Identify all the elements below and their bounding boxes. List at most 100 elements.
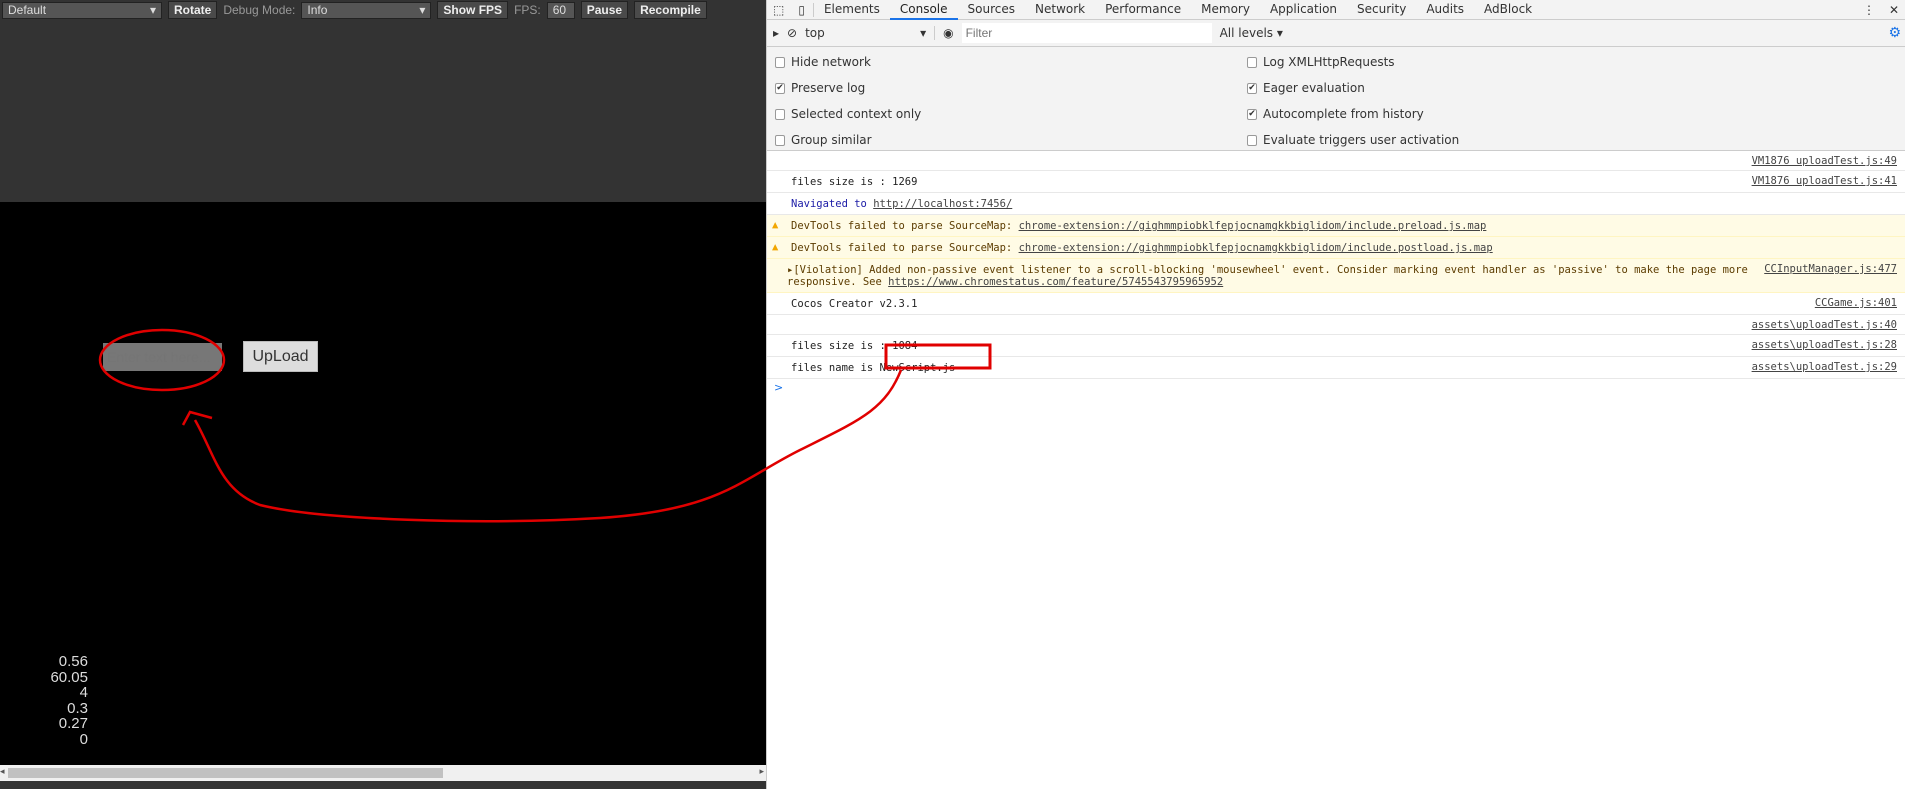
- link[interactable]: https://www.chromestatus.com/feature/574…: [888, 276, 1223, 288]
- chevron-down-icon: ▾: [920, 26, 927, 40]
- sidebar-toggle-icon[interactable]: ▸: [773, 26, 779, 40]
- option-checkbox[interactable]: ✔ Preserve log: [775, 81, 865, 95]
- checkbox-icon[interactable]: ✔: [1247, 82, 1257, 94]
- log-value: NewScript.js: [879, 362, 956, 374]
- fps-stats: 0.56 60.05 4 0.3 0.27 0: [0, 654, 88, 747]
- checkbox-icon[interactable]: ✔: [1247, 108, 1257, 120]
- console-row: files name is NewScript.js assets\uploadT…: [767, 357, 1905, 379]
- source-link[interactable]: CCInputManager.js:477: [1764, 263, 1897, 275]
- scroll-left-icon[interactable]: ◂: [0, 767, 5, 777]
- scrollbar-thumb[interactable]: [8, 768, 443, 778]
- option-checkbox[interactable]: ✔ Eager evaluation: [1247, 81, 1365, 95]
- scroll-right-icon[interactable]: ▸: [759, 767, 764, 777]
- console-row: Navigated to http://localhost:7456/: [767, 193, 1905, 215]
- checkbox-icon[interactable]: [775, 56, 785, 68]
- stat-value: 0: [79, 730, 88, 748]
- tab-console[interactable]: Console: [889, 0, 958, 20]
- tab-network[interactable]: Network: [1025, 0, 1095, 20]
- close-icon[interactable]: ✕: [1883, 3, 1905, 17]
- levels-select[interactable]: All levels ▾: [1220, 26, 1283, 40]
- game-canvas[interactable]: UpLoad 0.56 60.05 4 0.3 0.27 0: [0, 202, 766, 765]
- show-fps-button[interactable]: Show FPS: [437, 1, 509, 19]
- context-select[interactable]: top ▾: [805, 26, 936, 40]
- stat-value: 60.05: [50, 668, 88, 686]
- source-link[interactable]: assets\uploadTest.js:29: [1752, 361, 1897, 373]
- option-checkbox[interactable]: ✔ Autocomplete from history: [1247, 107, 1424, 121]
- device-select[interactable]: Default ▾: [2, 1, 162, 19]
- filter-input[interactable]: [961, 23, 1212, 43]
- eye-icon[interactable]: ◉: [943, 26, 953, 40]
- more-menu-icon[interactable]: ⋮: [1855, 3, 1883, 17]
- checkbox-icon[interactable]: ✔: [775, 82, 785, 94]
- console-row: Cocos Creator v2.3.1 CCGame.js:401: [767, 293, 1905, 315]
- console-toolbar: ▸ ⊘ top ▾ ◉ All levels ▾ ⚙: [767, 20, 1905, 47]
- option-checkbox[interactable]: Evaluate triggers user activation: [1247, 133, 1459, 147]
- fps-input[interactable]: 60: [546, 1, 575, 19]
- checkbox-icon[interactable]: [775, 134, 785, 146]
- debug-mode-select[interactable]: Info ▾: [301, 1, 432, 19]
- console-settings: Hide network ✔ Preserve log Selected contex…: [767, 47, 1905, 151]
- fps-label: FPS:: [514, 3, 541, 17]
- devtools-tabs: ⬚ ▯ Elements Console Sources Network Perform…: [767, 0, 1905, 20]
- tab-security[interactable]: Security: [1347, 0, 1416, 20]
- debug-mode-label: Debug Mode:: [223, 3, 296, 17]
- option-label: Preserve log: [791, 81, 866, 95]
- option-label: Selected context only: [791, 107, 922, 121]
- warning-icon: ▲: [772, 219, 779, 231]
- game-preview-panel: Default ▾ Rotate Debug Mode: Info ▾ Show F…: [0, 0, 766, 789]
- tab-adblock[interactable]: AdBlock: [1474, 0, 1542, 20]
- console-row: ▲ DevTools failed to parse SourceMap: chr…: [767, 215, 1905, 237]
- warning-icon: ▲: [772, 241, 779, 253]
- nav-text: Navigated to: [791, 198, 874, 210]
- option-label: Autocomplete from history: [1263, 107, 1424, 121]
- chevron-down-icon: ▾: [149, 3, 156, 17]
- warn-text: DevTools failed to parse SourceMap:: [791, 242, 1019, 254]
- checkbox-icon[interactable]: [1247, 56, 1257, 68]
- log-text: Cocos Creator v2.3.1: [791, 298, 918, 310]
- source-link[interactable]: VM1876 uploadTest.js:49: [1752, 155, 1897, 167]
- option-checkbox[interactable]: Log XMLHttpRequests: [1247, 55, 1395, 69]
- console-prompt[interactable]: >: [767, 379, 1905, 396]
- source-link[interactable]: assets\uploadTest.js:28: [1752, 339, 1897, 351]
- link[interactable]: chrome-extension://gighmmpiobklfepjocnam…: [1019, 220, 1487, 232]
- option-checkbox[interactable]: Hide network: [775, 55, 871, 69]
- rotate-button[interactable]: Rotate: [168, 1, 218, 19]
- option-label: Hide network: [791, 55, 871, 69]
- pause-button[interactable]: Pause: [580, 1, 629, 19]
- horizontal-scrollbar[interactable]: ◂ ▸: [0, 765, 766, 781]
- option-checkbox[interactable]: Selected context only: [775, 107, 921, 121]
- link[interactable]: http://localhost:7456/: [873, 198, 1012, 210]
- stat-value: 0.56: [58, 653, 88, 670]
- upload-button[interactable]: UpLoad: [243, 341, 318, 372]
- debug-mode-value: Info: [307, 3, 328, 17]
- checkbox-icon[interactable]: [1247, 134, 1257, 146]
- console-row: files size is : 1084 assets\uploadTest.js…: [767, 335, 1905, 357]
- device-toggle-icon[interactable]: ▯: [790, 2, 814, 17]
- log-text: files name is: [791, 362, 880, 374]
- clear-console-icon[interactable]: ⊘: [787, 26, 797, 40]
- option-checkbox[interactable]: Group similar: [775, 133, 872, 147]
- text-input[interactable]: [103, 343, 222, 371]
- tab-elements[interactable]: Elements: [814, 0, 890, 20]
- gear-icon[interactable]: ⚙: [1888, 25, 1901, 41]
- option-label: Group similar: [791, 133, 872, 147]
- link[interactable]: chrome-extension://gighmmpiobklfepjocnam…: [1019, 242, 1493, 254]
- source-link[interactable]: VM1876 uploadTest.js:41: [1752, 175, 1897, 187]
- console-messages: VM1876 uploadTest.js:49 files size is : 1…: [767, 151, 1905, 379]
- tab-performance[interactable]: Performance: [1095, 0, 1191, 20]
- console-row: assets\uploadTest.js:40: [767, 315, 1905, 335]
- console-row: files size is : 1269 VM1876 uploadTest.js…: [767, 171, 1905, 193]
- source-link[interactable]: CCGame.js:401: [1815, 297, 1897, 309]
- tab-memory[interactable]: Memory: [1191, 0, 1260, 20]
- chevron-down-icon: ▾: [419, 3, 426, 17]
- source-link[interactable]: assets\uploadTest.js:40: [1752, 319, 1897, 331]
- option-label: Eager evaluation: [1263, 81, 1365, 95]
- tab-audits[interactable]: Audits: [1416, 0, 1474, 20]
- recompile-button[interactable]: Recompile: [634, 1, 707, 19]
- tab-sources[interactable]: Sources: [958, 0, 1025, 20]
- checkbox-icon[interactable]: [775, 108, 785, 120]
- devtools-panel: ⬚ ▯ Elements Console Sources Network Perform…: [766, 0, 1905, 789]
- tab-application[interactable]: Application: [1260, 0, 1347, 20]
- inspect-icon[interactable]: ⬚: [767, 3, 790, 17]
- stat-value: 4: [79, 684, 88, 701]
